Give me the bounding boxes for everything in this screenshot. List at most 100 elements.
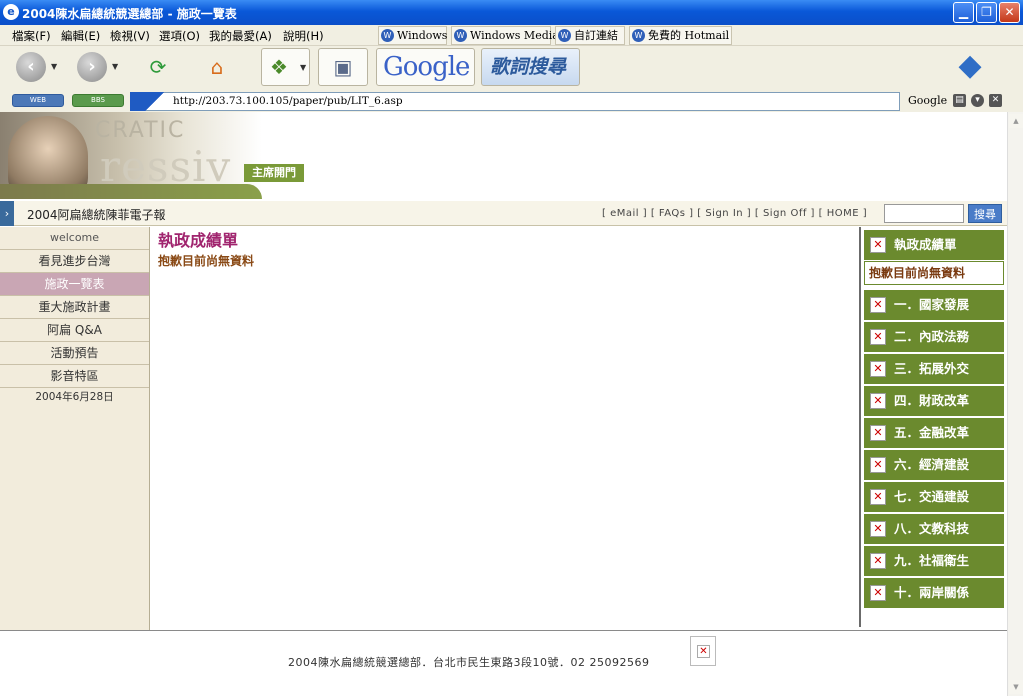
category-label: 一．國家發展 — [894, 297, 970, 312]
category-1[interactable]: ✕ 一．國家發展 — [864, 290, 1004, 320]
banner: CRATIC ressiv 主席開門 — [0, 112, 1007, 199]
link-label: 自訂連結 — [574, 29, 618, 42]
menu-options[interactable]: 選項(O) — [159, 28, 200, 44]
email-link[interactable]: [ eMail ] — [602, 208, 647, 219]
category-label: 七．交通建設 — [894, 489, 970, 504]
msn-icon: W — [558, 29, 571, 42]
broken-image-icon: ✕ — [870, 553, 886, 569]
menu-bar: 檔案(F) 編輯(E) 檢視(V) 選項(O) 我的最愛(A) 說明(H) WW… — [0, 25, 1023, 46]
chairman-open-button[interactable]: 主席開門 — [244, 164, 304, 182]
nav-item-qa[interactable]: 阿扁 Q&A — [0, 319, 149, 342]
close-toolbar-icon[interactable]: ✕ — [989, 94, 1002, 107]
broken-image-icon: ✕ — [870, 585, 886, 601]
site-search-button[interactable]: 搜尋 — [968, 204, 1002, 223]
package-button[interactable]: ▣ — [318, 48, 368, 86]
category-label: 九．社福衛生 — [894, 553, 970, 568]
category-label: 六．經濟建設 — [894, 457, 970, 472]
site-bar: › 2004阿扁總統陳菲電子報 [ eMail ] [ FAQs ] [ Sig… — [0, 201, 1007, 226]
category-label: 五．金融改革 — [894, 425, 970, 440]
nav-item-major-plans[interactable]: 重大施政計畫 — [0, 296, 149, 319]
sign-in-link[interactable]: [ Sign In ] — [697, 208, 751, 219]
menu-file[interactable]: 檔案(F) — [12, 28, 51, 44]
broken-image-icon: ✕ — [870, 425, 886, 441]
category-4[interactable]: ✕ 四．財政改革 — [864, 386, 1004, 416]
nav-item-progress-taiwan[interactable]: 看見進步台灣 — [0, 250, 149, 273]
link-hotmail[interactable]: W 免費的 Hotmail — [629, 26, 732, 45]
back-dropdown-icon[interactable]: ▼ — [51, 62, 57, 71]
site-search-input[interactable] — [884, 204, 964, 223]
home-icon[interactable]: ⌂ — [202, 52, 232, 82]
link-label: Windows — [397, 29, 448, 42]
maximize-button[interactable]: ❐ — [976, 2, 997, 23]
category-8[interactable]: ✕ 八．文教科技 — [864, 514, 1004, 544]
banner-photo: CRATIC ressiv — [0, 112, 262, 199]
broken-image-icon: ✕ — [870, 329, 886, 345]
menu-favorites[interactable]: 我的最愛(A) — [209, 28, 272, 44]
right-nodata: 抱歉目前尚無資料 — [864, 261, 1004, 285]
link-windows[interactable]: W Windows — [378, 26, 447, 45]
category-3[interactable]: ✕ 三．拓展外交 — [864, 354, 1004, 384]
link-label: 免費的 Hotmail — [648, 29, 730, 42]
category-6[interactable]: ✕ 六．經濟建設 — [864, 450, 1004, 480]
menu-view[interactable]: 檢視(V) — [110, 28, 150, 44]
web-button[interactable]: WEB — [12, 94, 64, 107]
forward-icon[interactable]: › — [77, 52, 107, 82]
close-button[interactable]: ✕ — [999, 2, 1020, 23]
package-icon: ▣ — [333, 55, 353, 79]
back-icon[interactable]: ‹ — [16, 52, 46, 82]
broken-image-icon: ✕ — [870, 297, 886, 313]
address-bar: WEB BBS http://203.73.100.105/paper/pub/… — [0, 90, 1023, 112]
broken-image-icon: ✕ — [870, 489, 886, 505]
site-title: 2004阿扁總統陳菲電子報 — [27, 208, 166, 222]
msn-icon: W — [381, 29, 394, 42]
category-10[interactable]: ✕ 十．兩岸關係 — [864, 578, 1004, 608]
top-links: [ eMail ] [ FAQs ] [ Sign In ] [ Sign Of… — [602, 208, 867, 219]
minimize-button[interactable]: ▁ — [953, 2, 974, 23]
footer-image: ✕ — [690, 636, 716, 666]
broken-image-icon: ✕ — [697, 645, 710, 658]
broken-image-icon: ✕ — [870, 361, 886, 377]
page-icon[interactable]: ▤ — [953, 94, 966, 107]
menu-help[interactable]: 說明(H) — [283, 28, 324, 44]
scroll-down-icon[interactable]: ▼ — [1009, 680, 1023, 694]
link-label: Windows Media — [470, 29, 559, 42]
scroll-up-icon[interactable]: ▲ — [1009, 114, 1023, 128]
menu-edit[interactable]: 編輯(E) — [61, 28, 100, 44]
link-windows-media[interactable]: W Windows Media — [451, 26, 559, 45]
brand-cube-icon: ◆ — [958, 48, 982, 83]
options-icon[interactable]: ▾ — [971, 94, 984, 107]
nav-item-events[interactable]: 活動預告 — [0, 342, 149, 365]
faqs-link[interactable]: [ FAQs ] — [651, 208, 694, 219]
category-7[interactable]: ✕ 七．交通建設 — [864, 482, 1004, 512]
category-label: 四．財政改革 — [894, 393, 970, 408]
home-link[interactable]: [ HOME ] — [819, 208, 868, 219]
category-9[interactable]: ✕ 九．社福衛生 — [864, 546, 1004, 576]
address-tab-shape — [130, 92, 168, 111]
footer-divider — [0, 630, 1007, 631]
category-5[interactable]: ✕ 五．金融改革 — [864, 418, 1004, 448]
left-nav: welcome 看見進步台灣 施政一覽表 重大施政計畫 阿扁 Q&A 活動預告 … — [0, 227, 150, 631]
address-input[interactable]: http://203.73.100.105/paper/pub/LIT_6.as… — [130, 92, 900, 111]
category-label: 八．文教科技 — [894, 521, 970, 536]
broken-image-icon: ✕ — [870, 237, 886, 253]
shopping-button[interactable]: ❖ ▼ — [261, 48, 310, 86]
vertical-scrollbar[interactable]: ▲ ▼ — [1007, 112, 1023, 696]
category-label: 三．拓展外交 — [894, 361, 970, 376]
right-header[interactable]: ✕ 執政成績單 — [864, 230, 1004, 260]
bbs-button[interactable]: BBS — [72, 94, 124, 107]
right-header-label: 執政成績單 — [894, 237, 957, 252]
broken-image-icon: ✕ — [870, 521, 886, 537]
forward-dropdown-icon[interactable]: ▼ — [112, 62, 118, 71]
category-2[interactable]: ✕ 二．內政法務 — [864, 322, 1004, 352]
lyrics-search-button[interactable]: 歌詞搜尋 — [481, 48, 580, 86]
category-label: 十．兩岸關係 — [894, 585, 970, 600]
google-button[interactable]: Google — [376, 48, 475, 86]
nav-item-policy-list[interactable]: 施政一覽表 — [0, 273, 149, 296]
shopping-icon: ❖ — [270, 55, 288, 79]
window-title: 2004陳水扁總統競選總部 - 施政一覽表 — [22, 7, 237, 21]
google-search-label: Google — [908, 94, 948, 107]
sign-off-link[interactable]: [ Sign Off ] — [755, 208, 815, 219]
nav-item-media[interactable]: 影音特區 — [0, 365, 149, 388]
link-custom[interactable]: W 自訂連結 — [555, 26, 625, 45]
refresh-icon[interactable]: ⟳ — [143, 52, 173, 82]
